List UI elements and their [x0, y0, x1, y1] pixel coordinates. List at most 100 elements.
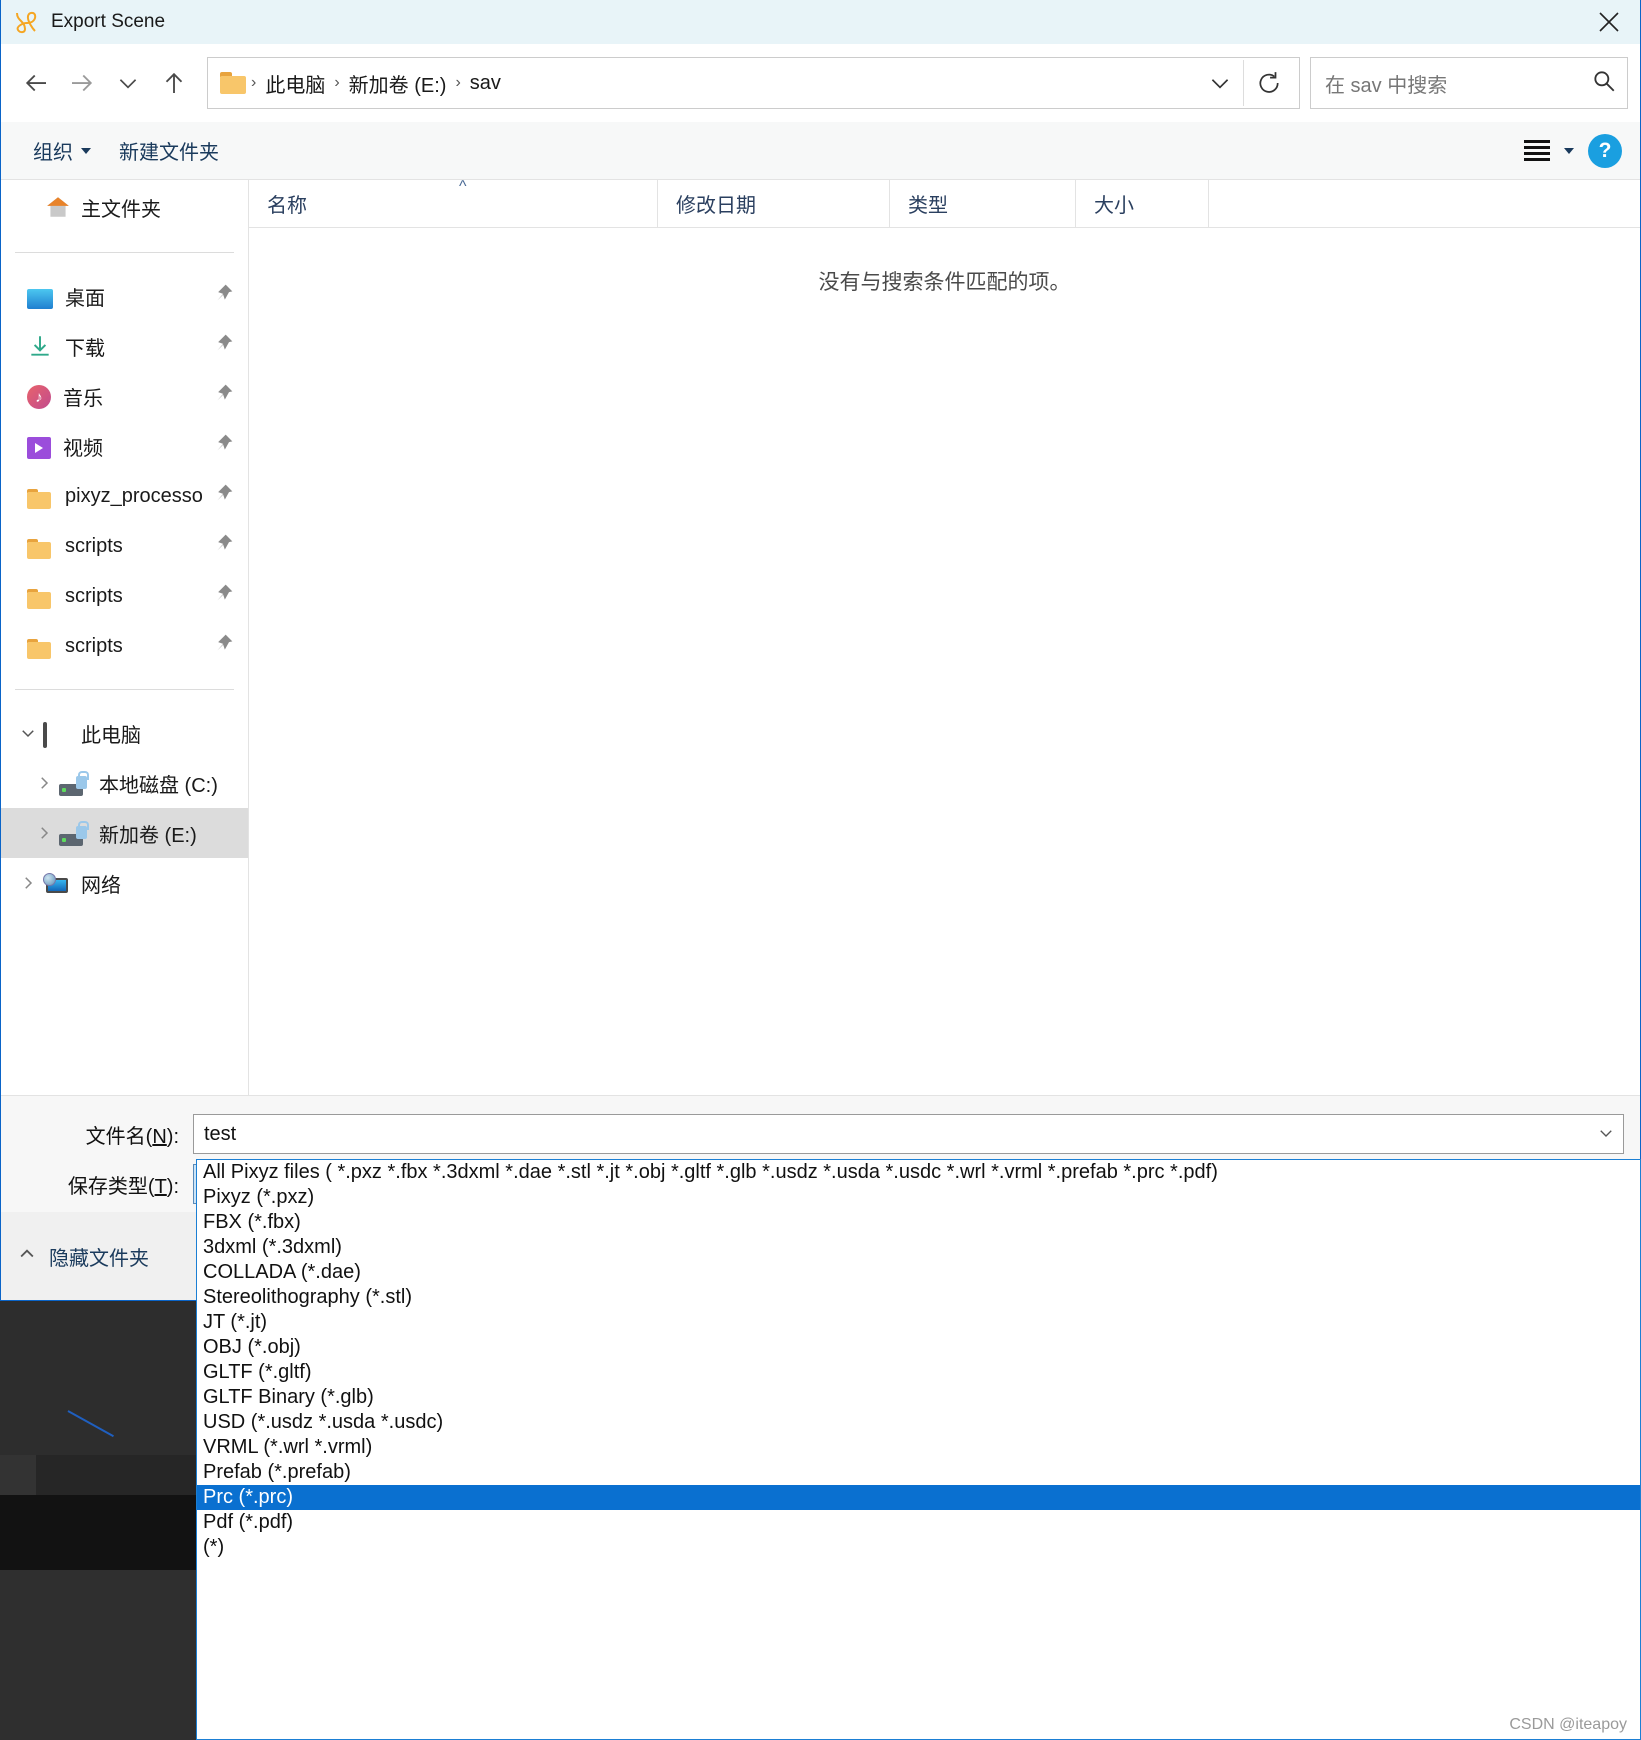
dropdown-option[interactable]: GLTF (*.gltf)	[197, 1360, 1640, 1385]
list-view-icon	[1524, 140, 1550, 143]
up-button[interactable]	[151, 60, 197, 106]
title-bar: Export Scene	[1, 0, 1640, 44]
nav-item-label: scripts	[65, 584, 123, 607]
dropdown-option[interactable]: JT (*.jt)	[197, 1310, 1640, 1335]
column-header-filler	[1208, 179, 1640, 228]
dropdown-option[interactable]: GLTF Binary (*.glb)	[197, 1385, 1640, 1410]
nav-item-label: pixyz_processo	[65, 484, 203, 507]
nav-item-local-disk-c[interactable]: 本地磁盘 (C:)	[1, 758, 248, 808]
chevron-right-icon[interactable]	[13, 874, 43, 892]
pin-icon[interactable]	[214, 433, 234, 459]
chevron-right-icon[interactable]	[29, 824, 59, 842]
nav-item-videos[interactable]: 视频	[1, 421, 248, 471]
pin-icon[interactable]	[214, 633, 234, 659]
recent-locations-button[interactable]	[105, 60, 151, 106]
pixyz-logo-icon	[16, 11, 37, 34]
nav-item-music[interactable]: ♪ 音乐	[1, 371, 248, 421]
breadcrumb-item-2[interactable]: sav	[464, 72, 507, 95]
nav-divider	[15, 252, 234, 253]
list-view-icon	[1524, 152, 1550, 155]
hide-folders-label: 隐藏文件夹	[49, 1247, 149, 1270]
column-header-size[interactable]: 大小	[1075, 179, 1208, 228]
pin-icon[interactable]	[214, 483, 234, 509]
desktop-icon	[27, 289, 53, 309]
folder-icon	[27, 489, 53, 509]
chevron-down-icon[interactable]	[1597, 1124, 1615, 1145]
dropdown-option[interactable]: Prefab (*.prefab)	[197, 1460, 1640, 1485]
dropdown-option[interactable]: Pdf (*.pdf)	[197, 1510, 1640, 1535]
close-button[interactable]	[1578, 0, 1640, 44]
dropdown-option[interactable]: Stereolithography (*.stl)	[197, 1285, 1640, 1310]
new-folder-button[interactable]: 新建文件夹	[105, 130, 233, 171]
pin-icon[interactable]	[214, 283, 234, 309]
drive-icon	[59, 771, 89, 796]
filename-input[interactable]: test	[193, 1114, 1624, 1154]
address-dropdown-button[interactable]	[1197, 60, 1243, 106]
breadcrumb-item-1[interactable]: 新加卷 (E:)	[343, 69, 453, 98]
watermark: CSDN @iteapoy	[1509, 1716, 1627, 1733]
navigation-bar: › 此电脑 › 新加卷 (E:) › sav 在 sav 中搜索	[1, 44, 1640, 122]
folder-icon	[27, 589, 53, 609]
nav-item-this-pc[interactable]: 此电脑	[1, 708, 248, 758]
dropdown-option[interactable]: OBJ (*.obj)	[197, 1335, 1640, 1360]
arrow-left-icon	[25, 74, 46, 92]
dropdown-option[interactable]: USD (*.usdz *.usda *.usdc)	[197, 1410, 1640, 1435]
search-input[interactable]: 在 sav 中搜索	[1310, 57, 1628, 109]
pin-icon[interactable]	[214, 333, 234, 359]
dropdown-option[interactable]: FBX (*.fbx)	[197, 1210, 1640, 1235]
filetype-dropdown-list[interactable]: All Pixyz files ( *.pxz *.fbx *.3dxml *.…	[196, 1159, 1641, 1740]
nav-item-label: 桌面	[65, 287, 105, 310]
column-header-type[interactable]: 类型	[889, 179, 1075, 228]
chevron-down-icon[interactable]	[13, 724, 43, 742]
nav-item-pixyz-processor[interactable]: pixyz_processo	[1, 471, 248, 521]
nav-item-desktop[interactable]: 桌面	[1, 271, 248, 321]
column-header-label: 类型	[908, 195, 948, 217]
dropdown-option[interactable]: COLLADA (*.dae)	[197, 1260, 1640, 1285]
column-header-date[interactable]: 修改日期	[657, 179, 889, 228]
nav-item-label: 音乐	[63, 387, 103, 410]
chevron-right-icon[interactable]	[29, 774, 59, 792]
empty-state-message: 没有与搜索条件匹配的项。	[818, 271, 1071, 294]
dropdown-option[interactable]: All Pixyz files ( *.pxz *.fbx *.3dxml *.…	[197, 1160, 1640, 1185]
help-button[interactable]: ?	[1588, 133, 1622, 168]
column-header-name[interactable]: 名称 ^	[249, 177, 657, 228]
filename-row: 文件名(N): test	[1, 1112, 1640, 1156]
dropdown-option[interactable]: Pixyz (*.pxz)	[197, 1185, 1640, 1210]
organize-menu[interactable]: 组织	[19, 130, 105, 171]
nav-item-label: 此电脑	[81, 724, 141, 747]
pin-icon[interactable]	[214, 533, 234, 559]
close-icon	[1599, 12, 1619, 32]
pin-icon[interactable]	[214, 383, 234, 409]
refresh-button[interactable]	[1243, 60, 1293, 106]
dropdown-option[interactable]: (*)	[197, 1535, 1640, 1560]
refresh-icon	[1258, 72, 1279, 93]
arrow-right-icon	[72, 74, 93, 92]
nav-item-scripts-2[interactable]: scripts	[1, 571, 248, 621]
list-view-icon	[1524, 146, 1550, 149]
nav-item-network[interactable]: 网络	[1, 858, 248, 908]
pin-icon[interactable]	[214, 583, 234, 609]
nav-item-home[interactable]: 主文件夹	[1, 180, 248, 234]
dropdown-option[interactable]: Prc (*.prc)	[197, 1485, 1640, 1510]
back-button[interactable]	[13, 60, 59, 106]
filename-label: 文件名(N):	[1, 1120, 193, 1149]
view-mode-caret-icon[interactable]	[1564, 147, 1574, 154]
breadcrumb-item-0[interactable]: 此电脑	[259, 69, 331, 98]
video-icon	[27, 437, 51, 459]
address-bar[interactable]: › 此电脑 › 新加卷 (E:) › sav	[207, 57, 1300, 109]
nav-item-new-volume-e[interactable]: 新加卷 (E:)	[1, 808, 248, 858]
dropdown-option[interactable]: 3dxml (*.3dxml)	[197, 1235, 1640, 1260]
nav-item-scripts-3[interactable]: scripts	[1, 621, 248, 671]
sort-ascending-icon: ^	[459, 177, 467, 195]
search-icon	[1591, 68, 1617, 99]
backdrop-band	[0, 1455, 36, 1495]
nav-item-downloads[interactable]: 下载	[1, 321, 248, 371]
nav-item-scripts-1[interactable]: scripts	[1, 521, 248, 571]
view-mode-button[interactable]	[1524, 140, 1550, 161]
navigation-pane: 主文件夹 桌面 下载 ♪ 音乐 视频 pixyz_processo script…	[1, 180, 249, 1095]
forward-button[interactable]	[59, 60, 105, 106]
dropdown-option[interactable]: VRML (*.wrl *.vrml)	[197, 1435, 1640, 1460]
nav-divider	[15, 689, 234, 690]
dialog-body: 主文件夹 桌面 下载 ♪ 音乐 视频 pixyz_processo script…	[1, 177, 1640, 1095]
filetype-label-accesskey: T	[154, 1175, 167, 1198]
